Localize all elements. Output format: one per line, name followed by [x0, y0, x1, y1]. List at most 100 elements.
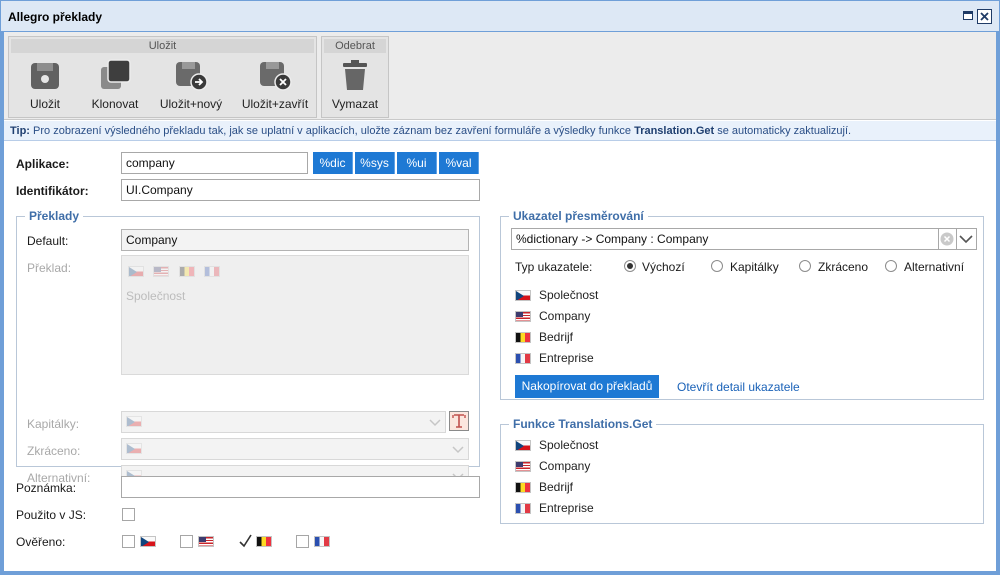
clone-icon	[101, 59, 131, 89]
function-result-legend: Funkce Translations.Get	[509, 417, 657, 431]
verified-us-checkbox[interactable]	[180, 535, 193, 548]
default-input[interactable]: Company	[121, 229, 469, 251]
be-flag-icon[interactable]	[178, 266, 195, 278]
clear-select-button[interactable]	[939, 228, 957, 250]
capitals-label: Kapitálky:	[27, 417, 80, 431]
save-close-button[interactable]: Uložit+zavřít	[237, 55, 313, 115]
identifier-input[interactable]: UI.Company	[121, 179, 480, 201]
us-flag-icon	[515, 311, 531, 323]
window-title: Allegro překlady	[8, 10, 103, 24]
type-alternative-label: Alternativní	[904, 260, 965, 274]
save-button[interactable]: Uložit	[15, 55, 75, 115]
macro-val-button[interactable]: %val	[439, 152, 479, 174]
us-flag-icon	[515, 461, 531, 473]
type-abbreviated-label: Zkráceno	[818, 260, 869, 274]
ribbon-group-title: Odebrat	[324, 39, 386, 53]
us-flag-icon[interactable]	[153, 266, 170, 278]
cz-flag-icon	[515, 440, 531, 452]
pointer-row-cz: Společnost	[515, 287, 598, 303]
save-new-button-label: Uložit+nový	[159, 97, 223, 111]
capitals-toggle-button[interactable]	[449, 411, 469, 431]
tip-text-before: Pro zobrazení výsledného překladu tak, j…	[33, 125, 632, 137]
translations-group: Překlady Default: Company Překlad: Spole…	[16, 209, 480, 487]
restore-icon[interactable]	[961, 9, 975, 23]
delete-button-label: Vymazat	[331, 97, 379, 111]
ribbon-group-title: Uložit	[11, 39, 314, 53]
pointer-row-text: Společnost	[539, 288, 599, 302]
function-row-cz: Společnost	[515, 437, 598, 453]
type-abbreviated-radio[interactable]	[799, 260, 811, 272]
be-flag-icon	[515, 332, 531, 344]
type-capitals-label: Kapitálky	[730, 260, 779, 274]
us-flag-icon	[198, 536, 214, 547]
checkmark-icon	[239, 534, 252, 548]
fr-flag-icon	[515, 353, 531, 365]
type-default-radio[interactable]	[624, 260, 636, 272]
function-row-us: Company	[515, 458, 590, 474]
identifier-label: Identifikátor:	[16, 184, 89, 198]
pointer-select[interactable]: %dictionary -> Company : Company	[511, 228, 939, 250]
macro-sys-button[interactable]: %sys	[355, 152, 395, 174]
pointer-row-be: Bedrijf	[515, 329, 573, 345]
function-result-group: Funkce Translations.Get Společnost Compa…	[500, 417, 984, 524]
save-new-icon	[176, 62, 208, 91]
tip-bar: Tip: Pro zobrazení výsledného překladu t…	[4, 121, 996, 141]
be-flag-icon	[515, 482, 531, 494]
abbreviated-label: Zkráceno:	[27, 444, 81, 458]
pointer-dropdown-button[interactable]	[957, 228, 977, 250]
verified-label: Ověřeno:	[16, 535, 66, 549]
cz-flag-icon[interactable]	[128, 266, 144, 278]
pointer-row-text: Entreprise	[539, 351, 594, 365]
function-row-text: Bedrijf	[539, 480, 574, 494]
abbreviated-select[interactable]	[121, 438, 469, 460]
macro-dic-button[interactable]: %dic	[313, 152, 353, 174]
translation-editor[interactable]: Společnost	[121, 255, 469, 375]
verified-be-checkbox[interactable]	[238, 534, 252, 548]
tip-function-name: Translation.Get	[634, 125, 715, 137]
translation-flag-bar	[128, 264, 221, 278]
used-in-js-label: Použito v JS:	[16, 508, 87, 522]
cz-flag-icon	[515, 290, 531, 302]
app-window: Allegro překlady Uložit Uložit Klonovat	[0, 0, 1000, 575]
tip-text-after: se automaticky zaktualizují.	[717, 125, 852, 137]
type-default-label: Výchozí	[642, 260, 685, 274]
delete-button[interactable]: Vymazat	[324, 55, 386, 115]
tip-prefix: Tip:	[10, 125, 30, 137]
type-alternative-radio[interactable]	[885, 260, 897, 272]
chevron-down-icon	[452, 446, 464, 454]
clone-button[interactable]: Klonovat	[85, 55, 145, 115]
verified-cz-checkbox[interactable]	[122, 535, 135, 548]
default-label: Default:	[27, 234, 69, 248]
cz-flag-icon	[126, 443, 142, 455]
text-case-icon	[452, 414, 466, 428]
pointer-type-label: Typ ukazatele:	[515, 260, 593, 274]
macro-ui-button[interactable]: %ui	[397, 152, 437, 174]
type-capitals-radio[interactable]	[711, 260, 723, 272]
save-close-button-label: Uložit+zavřít	[241, 97, 309, 111]
close-icon[interactable]	[977, 9, 992, 24]
be-flag-icon	[256, 536, 272, 547]
fr-flag-icon	[314, 536, 330, 547]
note-label: Poznámka:	[16, 481, 77, 495]
chevron-down-icon	[429, 419, 441, 427]
pointer-row-us: Company	[515, 308, 590, 324]
verified-fr-checkbox[interactable]	[296, 535, 309, 548]
copy-to-translations-button[interactable]: Nakopírovat do překladů	[515, 375, 659, 398]
function-row-text: Společnost	[539, 438, 599, 452]
function-row-fr: Entreprise	[515, 500, 594, 516]
fr-flag-icon	[515, 503, 531, 515]
clone-button-label: Klonovat	[91, 97, 139, 111]
used-in-js-checkbox[interactable]	[122, 508, 135, 521]
translations-legend: Překlady	[25, 209, 84, 223]
save-button-label: Uložit	[29, 97, 60, 111]
pointer-row-fr: Entreprise	[515, 350, 594, 366]
trash-icon	[343, 60, 367, 90]
pointer-row-text: Bedrijf	[539, 330, 574, 344]
save-new-button[interactable]: Uložit+nový	[155, 55, 227, 115]
open-pointer-detail-link[interactable]: Otevřít detail ukazatele	[677, 380, 800, 394]
application-input[interactable]: company	[121, 152, 308, 174]
fr-flag-icon[interactable]	[204, 266, 221, 278]
pointer-legend: Ukazatel přesměrování	[509, 209, 648, 223]
capitals-select[interactable]	[121, 411, 446, 433]
note-input[interactable]	[121, 476, 480, 498]
